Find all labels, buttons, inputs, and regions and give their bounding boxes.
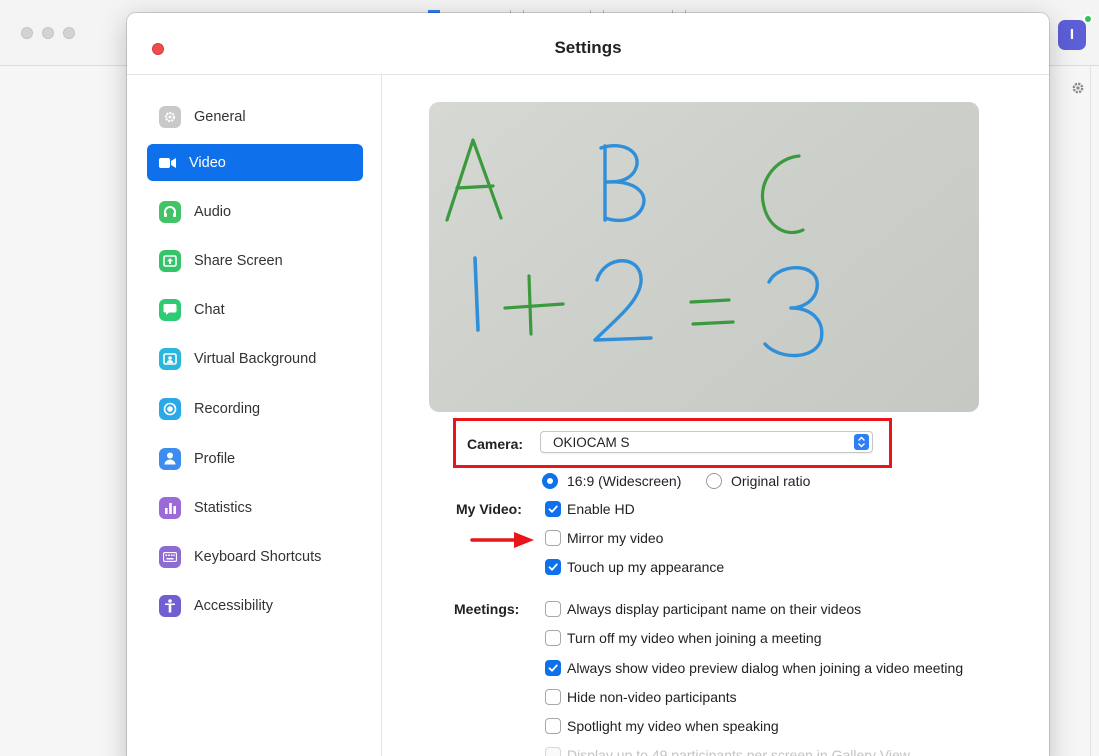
sidebar-item-virtual-background[interactable]: Virtual Background — [147, 340, 363, 377]
letter-a — [445, 138, 503, 222]
red-arrow-icon — [470, 532, 534, 548]
camera-label: Camera: — [467, 436, 524, 452]
sidebar-item-general[interactable]: General — [147, 98, 363, 135]
sidebar-item-label: Statistics — [194, 499, 253, 516]
sidebar-item-statistics[interactable]: Statistics — [147, 489, 363, 526]
sidebar-item-chat[interactable]: Chat — [147, 291, 363, 328]
widescreen-label: 16:9 (Widescreen) — [567, 473, 682, 489]
settings-window: Settings General Video Audio Share Scree… — [127, 13, 1049, 756]
sidebar-item-recording[interactable]: Recording — [147, 390, 363, 427]
record-icon — [159, 397, 181, 420]
my-video-label: My Video: — [456, 501, 522, 517]
meetings-label: Meetings: — [454, 601, 520, 617]
mirror-video-label: Mirror my video — [567, 530, 664, 546]
gallery-49-checkbox[interactable] — [545, 747, 561, 756]
digit-three — [763, 266, 824, 358]
window-minimize-dot[interactable] — [42, 27, 54, 39]
sidebar-item-audio[interactable]: Audio — [147, 193, 363, 230]
share-screen-icon — [159, 249, 181, 272]
sidebar-item-label: Share Screen — [194, 252, 283, 269]
turn-off-video-checkbox[interactable] — [545, 630, 561, 646]
video-preview — [429, 102, 979, 412]
sidebar-item-label: Chat — [194, 301, 225, 318]
sidebar-item-label: Keyboard Shortcuts — [194, 548, 322, 565]
video-camera-icon — [159, 152, 177, 174]
virtual-background-icon — [159, 347, 181, 370]
sidebar-item-profile[interactable]: Profile — [147, 440, 363, 477]
letter-b — [599, 144, 646, 223]
sidebar-item-label: Virtual Background — [194, 350, 317, 367]
avatar[interactable]: I — [1058, 20, 1086, 50]
accessibility-icon — [159, 594, 181, 617]
video-preview-dialog-label: Always show video preview dialog when jo… — [567, 660, 964, 676]
sidebar-item-accessibility[interactable]: Accessibility — [147, 587, 363, 624]
settings-gear-icon[interactable] — [1070, 80, 1086, 96]
headphones-icon — [159, 200, 181, 223]
display-name-checkbox[interactable] — [545, 601, 561, 617]
letter-c — [760, 154, 805, 235]
plus-sign — [503, 274, 565, 336]
sidebar-item-share-screen[interactable]: Share Screen — [147, 242, 363, 279]
sidebar-item-label: Profile — [194, 450, 236, 467]
camera-select[interactable]: OKIOCAM S — [540, 431, 873, 453]
enable-hd-checkbox[interactable] — [545, 501, 561, 517]
enable-hd-label: Enable HD — [567, 501, 635, 517]
spotlight-label: Spotlight my video when speaking — [567, 718, 779, 734]
equals-sign — [689, 298, 735, 326]
sidebar-item-video[interactable]: Video — [147, 144, 363, 181]
sidebar-item-label: General — [194, 108, 246, 125]
sidebar-item-label: Audio — [194, 203, 232, 220]
bar-chart-icon — [159, 496, 181, 519]
digit-two — [593, 259, 653, 342]
select-stepper-icon[interactable] — [854, 434, 869, 450]
keyboard-icon — [159, 545, 181, 568]
digit-one — [473, 256, 480, 332]
gear-icon — [159, 105, 181, 128]
sidebar-item-label: Accessibility — [194, 597, 273, 614]
background-divider — [1090, 66, 1091, 756]
gallery-49-label: Display up to 49 participants per screen… — [567, 747, 910, 756]
chat-bubble-icon — [159, 298, 181, 321]
whiteboard-drawing — [445, 138, 824, 358]
sidebar: General Video Audio Share Screen Chat Vi… — [127, 75, 382, 756]
window-zoom-dot[interactable] — [63, 27, 75, 39]
display-name-label: Always display participant name on their… — [567, 601, 862, 617]
touch-up-checkbox[interactable] — [545, 559, 561, 575]
sidebar-item-label: Recording — [194, 400, 261, 417]
title-bar: Settings — [127, 13, 1049, 75]
person-icon — [159, 447, 181, 470]
hide-non-video-checkbox[interactable] — [545, 689, 561, 705]
sidebar-item-label: Video — [189, 154, 226, 171]
page-title: Settings — [554, 38, 622, 57]
window-close-dot[interactable] — [21, 27, 33, 39]
spotlight-checkbox[interactable] — [545, 718, 561, 734]
widescreen-radio[interactable] — [542, 473, 558, 489]
video-preview-dialog-checkbox[interactable] — [545, 660, 561, 676]
touch-up-label: Touch up my appearance — [567, 559, 725, 575]
original-ratio-radio[interactable] — [706, 473, 722, 489]
sidebar-item-keyboard-shortcuts[interactable]: Keyboard Shortcuts — [147, 538, 363, 575]
camera-value: OKIOCAM S — [553, 435, 630, 450]
mirror-video-checkbox[interactable] — [545, 530, 561, 546]
turn-off-video-label: Turn off my video when joining a meeting — [567, 630, 822, 646]
online-status-badge — [1083, 14, 1093, 24]
original-ratio-label: Original ratio — [731, 473, 811, 489]
hide-non-video-label: Hide non-video participants — [567, 689, 737, 705]
